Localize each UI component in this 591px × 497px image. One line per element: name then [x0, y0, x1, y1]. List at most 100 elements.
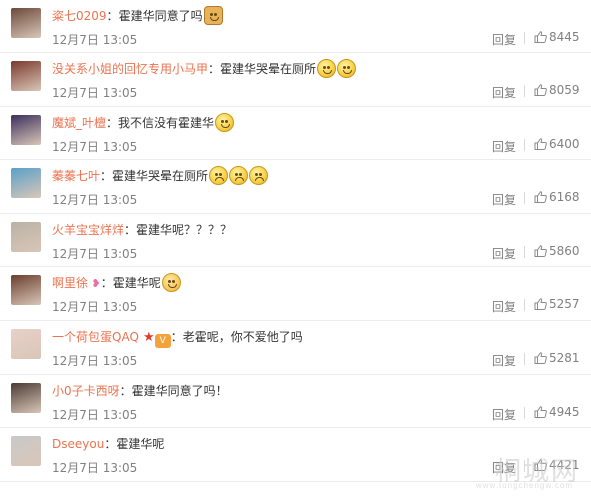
username-link[interactable]: 没关系小姐的回忆专用小马甲: [52, 62, 208, 76]
reply-button[interactable]: 回复: [492, 298, 516, 315]
colon-separator: ：: [100, 276, 113, 291]
action-divider: [524, 32, 525, 44]
like-count: 8059: [549, 83, 580, 97]
like-count: 5257: [549, 297, 580, 312]
comment-text: 霍建华同意了吗！: [131, 383, 228, 398]
comment-text: 我不信没有霍建华: [118, 115, 215, 130]
thumbs-up-icon: [534, 245, 547, 257]
username-link[interactable]: 小0子卡西呀: [52, 384, 120, 398]
colon-separator: ：: [106, 9, 119, 23]
like-button[interactable]: 8445: [534, 30, 580, 44]
shocked-emoji: [215, 112, 235, 132]
like-count: 5860: [549, 243, 580, 258]
like-button[interactable]: 5257: [534, 297, 580, 311]
action-divider: [524, 406, 525, 419]
avatar[interactable]: [11, 436, 41, 467]
like-button[interactable]: 5281: [534, 351, 580, 365]
comment-timestamp: 12月7日 13:05: [52, 353, 138, 368]
thumbs-up-icon: [534, 298, 547, 311]
star-badge-icon[interactable]: ★: [139, 330, 155, 345]
colon-separator: ：: [119, 383, 132, 398]
username-link[interactable]: 一个荷包蛋QAQ: [52, 330, 139, 344]
avatar[interactable]: [11, 168, 41, 199]
avatar[interactable]: [11, 221, 41, 252]
avatar[interactable]: [11, 61, 41, 91]
smile-emoji: [337, 59, 357, 78]
thumbs-up-icon: [534, 191, 547, 204]
comment-item: 一个荷包蛋QAQ ★ V ：老霍呢，你不爱他了吗 12月7日 13:05 回复 5281: [0, 321, 591, 375]
like-button[interactable]: 8059: [534, 83, 580, 97]
doge-emoji: [203, 6, 223, 25]
colon-separator: ：: [100, 169, 113, 184]
thumbs-up-icon: [534, 137, 547, 150]
sad-emoji: [209, 166, 229, 186]
avatar[interactable]: [11, 8, 41, 38]
comment-text: 霍建华呢: [116, 437, 165, 452]
watermark-url: www.tongchengw.com: [475, 481, 573, 490]
comment-line: 蓁蓁七叶：霍建华哭晕在厕所: [52, 165, 269, 187]
comment-text: 霍建华呢？？？？: [136, 222, 233, 237]
comment-item: 蓁蓁七叶：霍建华哭晕在厕所 12月7日 13:05 回复 6168: [0, 160, 591, 214]
like-count: 6168: [549, 190, 580, 205]
like-count: 6400: [549, 136, 580, 151]
username-link[interactable]: Dseeyou: [52, 437, 104, 451]
like-button[interactable]: 5860: [534, 244, 580, 258]
comment-timestamp: 12月7日 13:05: [52, 300, 138, 315]
comment-list: 粢七0209：霍建华同意了吗 12月7日 13:05 回复 8445 没关系小姐的回忆专…: [0, 0, 591, 482]
username-link[interactable]: 粢七0209: [52, 9, 107, 23]
like-button[interactable]: 6168: [534, 190, 580, 204]
comment-line: 没关系小姐的回忆专用小马甲：霍建华哭晕在厕所: [52, 58, 357, 80]
comment-item: 小0子卡西呀：霍建华同意了吗！ 12月7日 13:05 回复 4945: [0, 375, 591, 429]
avatar[interactable]: [11, 328, 41, 359]
reply-button[interactable]: 回复: [492, 245, 516, 262]
comment-timestamp: 12月7日 13:05: [52, 139, 138, 154]
thumbs-up-icon: [534, 352, 547, 364]
comment-line: Dseeyou：霍建华呢: [52, 433, 164, 455]
reply-button[interactable]: 回复: [492, 191, 516, 208]
avatar[interactable]: [11, 275, 41, 306]
username-link[interactable]: 火羊宝宝烊烊: [52, 223, 124, 237]
action-divider: [524, 192, 525, 205]
sad-emoji: [249, 166, 269, 186]
site-watermark: 桐城网 www.tongchengw.com: [433, 451, 583, 491]
reply-button[interactable]: 回复: [492, 138, 516, 155]
username-link[interactable]: 魔斌_叶檀: [52, 116, 106, 130]
colon-separator: ：: [124, 222, 137, 237]
action-divider: [524, 85, 525, 97]
avatar[interactable]: [11, 382, 41, 413]
comment-line: 啊里徐 ❥：霍建华呢: [52, 272, 181, 294]
like-button[interactable]: 6400: [534, 137, 580, 151]
vip-badge-icon[interactable]: V: [154, 333, 171, 348]
smile-emoji: [317, 59, 337, 78]
comment-timestamp: 12月7日 13:05: [52, 461, 138, 476]
reply-button[interactable]: 回复: [492, 84, 516, 101]
reply-button[interactable]: 回复: [492, 406, 516, 423]
comment-line: 魔斌_叶檀：我不信没有霍建华: [52, 112, 235, 134]
comment-item: 没关系小姐的回忆专用小马甲：霍建华哭晕在厕所 12月7日 13:05 回复 8059: [0, 53, 591, 107]
avatar[interactable]: [11, 114, 41, 145]
action-divider: [524, 352, 525, 365]
username-link[interactable]: 啊里徐: [52, 276, 88, 290]
colon-separator: ：: [106, 115, 119, 130]
comment-item: 火羊宝宝烊烊：霍建华呢？？？？ 12月7日 13:05 回复 5860: [0, 214, 591, 268]
sad-emoji: [229, 166, 249, 186]
comment-timestamp: 12月7日 13:05: [52, 33, 138, 47]
comment-line: 一个荷包蛋QAQ ★ V ：老霍呢，你不爱他了吗: [52, 326, 303, 348]
username-link[interactable]: 蓁蓁七叶: [52, 169, 100, 183]
thumbs-up-icon: [534, 405, 547, 418]
like-count: 4945: [549, 404, 580, 419]
reply-button[interactable]: 回复: [492, 352, 516, 369]
comment-line: 粢七0209：霍建华同意了吗: [52, 5, 223, 27]
action-divider: [524, 245, 525, 258]
comment-text: 霍建华哭晕在厕所: [220, 62, 317, 76]
comment-item: 粢七0209：霍建华同意了吗 12月7日 13:05 回复 8445: [0, 0, 591, 53]
comment-text: 霍建华呢: [112, 276, 161, 291]
comment-item: 啊里徐 ❥：霍建华呢 12月7日 13:05 回复 5257: [0, 267, 591, 321]
butterfly-badge-icon[interactable]: ❥: [88, 277, 101, 290]
reply-button[interactable]: 回复: [492, 31, 516, 48]
comment-timestamp: 12月7日 13:05: [52, 193, 138, 208]
action-divider: [524, 299, 525, 312]
like-count: 8445: [549, 30, 580, 44]
comment-text: 霍建华同意了吗: [118, 9, 203, 23]
like-button[interactable]: 4945: [534, 405, 580, 419]
